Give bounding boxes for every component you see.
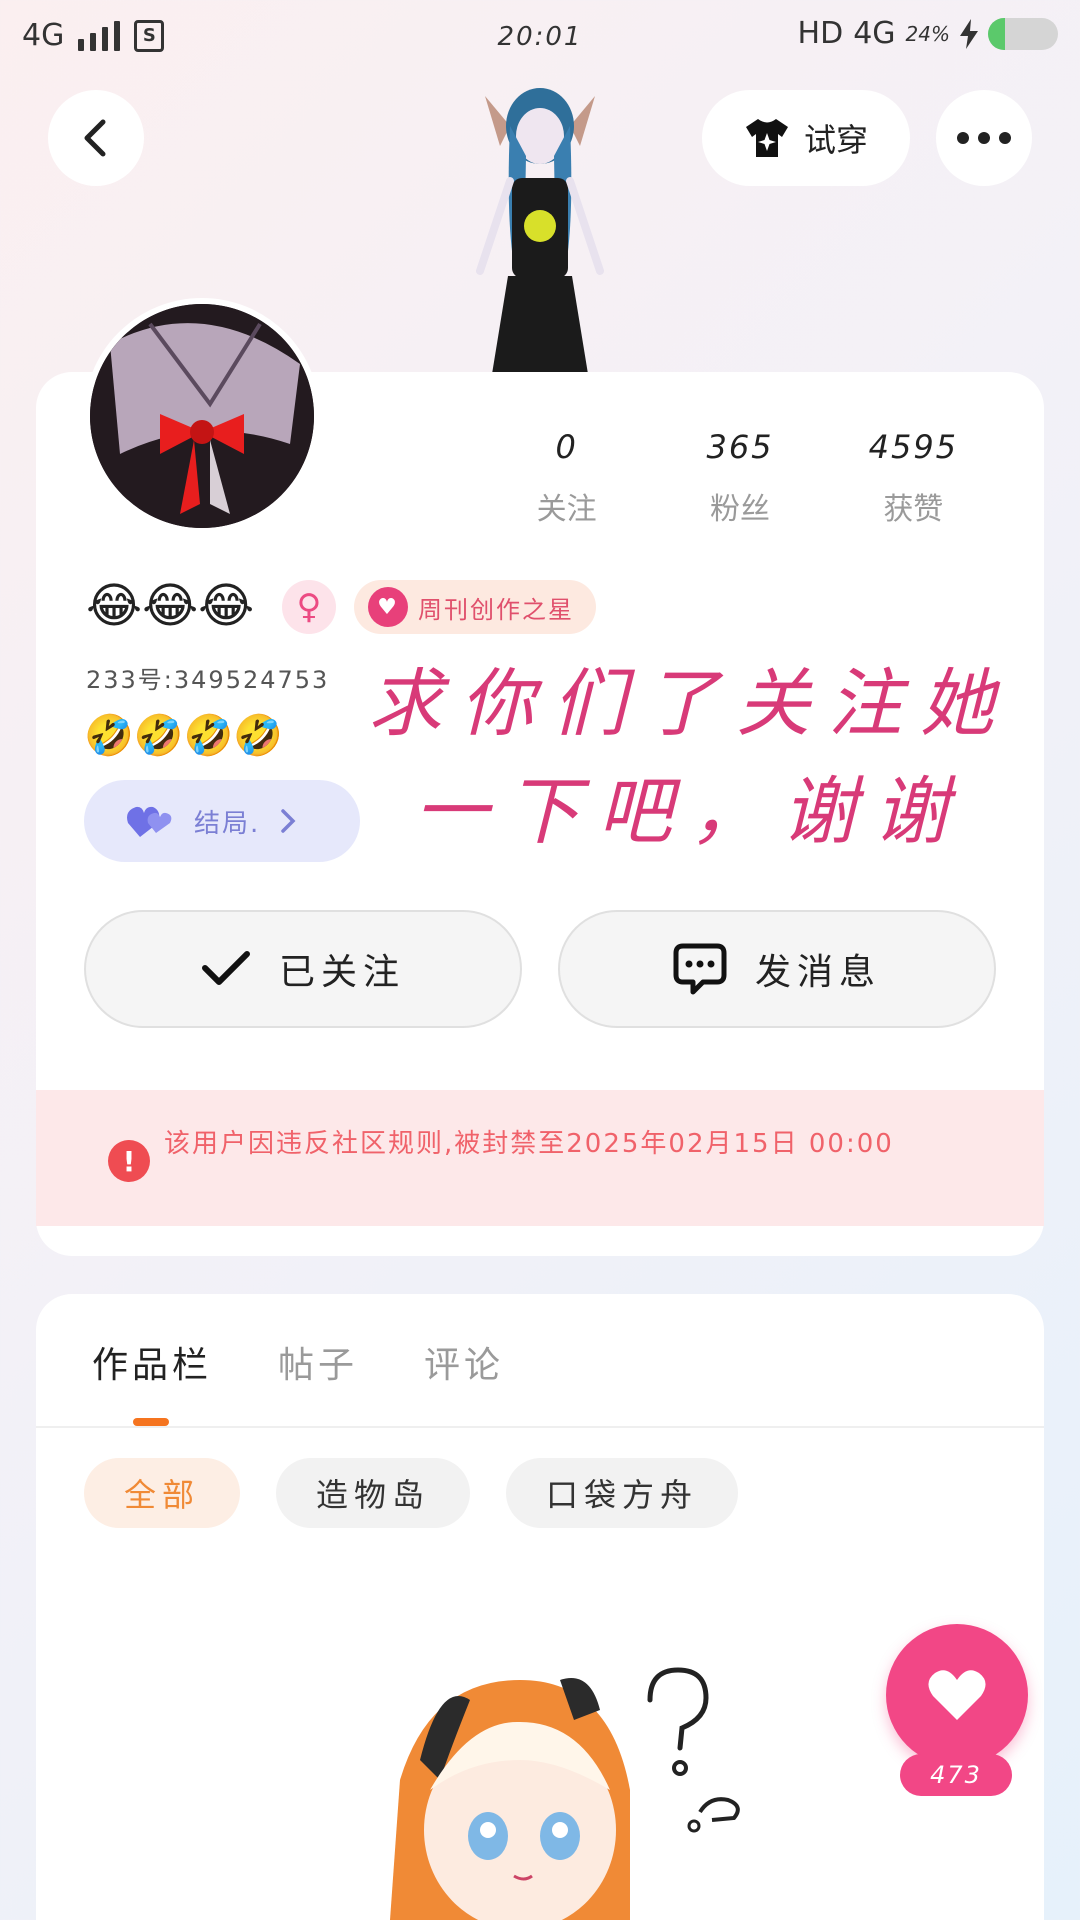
like-count: 473 [900,1754,1012,1796]
chip-pocket-ark[interactable]: 口袋方舟 [506,1458,739,1528]
chat-bubble-icon [673,943,727,995]
stat-value: 0 [555,428,578,466]
stat-value: 4595 [868,428,959,466]
battery-icon [988,17,1058,50]
tshirt-sparkle-icon [745,119,788,157]
stats-row: 0 关注 365 粉丝 4595 获赞 [480,428,1000,528]
hd-label: HD [797,16,844,51]
tab-comments[interactable]: 评论 [424,1336,504,1388]
like-button[interactable] [886,1624,1028,1766]
username: 😂😂😂 [86,578,255,634]
ban-notice: ! 该用户因违反社区规则,被封禁至2025年02月15日 00:00 [36,1090,1044,1226]
more-button[interactable] [936,90,1032,186]
stat-followers[interactable]: 365 粉丝 [653,428,826,528]
filter-chips: 全部 造物岛 口袋方舟 [84,1458,739,1528]
medal-icon: ♥ [368,587,408,627]
creator-badge[interactable]: ♥ 周刊创作之星 [354,580,596,634]
stat-label: 关注 [536,492,597,527]
try-on-button[interactable]: 试穿 [702,90,910,186]
checkmark-icon [201,951,250,985]
more-dots-icon [957,132,1011,144]
female-gender-icon: ♀ [282,580,336,634]
followed-button[interactable]: 已关注 [84,910,522,1028]
overlay-line-1: 求你们了关注她 [368,661,1012,747]
works-tabs: 作品栏 帖子 评论 [92,1336,504,1388]
chevron-right-icon [281,809,296,833]
stat-following[interactable]: 0 关注 [480,428,653,528]
avatar-3d-model[interactable] [440,66,640,374]
stat-value: 365 [706,428,774,466]
try-on-label: 试穿 [803,121,868,159]
handwritten-overlay-text: 求你们了关注她 一下吧，谢谢 [360,650,1020,866]
chip-creation-island[interactable]: 造物岛 [276,1458,471,1528]
followed-label: 已关注 [278,952,405,993]
tab-indicator [133,1418,169,1426]
avatar[interactable] [84,298,320,534]
divider [36,1426,1044,1428]
double-heart-icon [127,806,172,837]
network-type-right: 4G [853,16,896,51]
status-right: HD 4G 24% [798,16,1058,51]
send-message-button[interactable]: 发消息 [558,910,996,1028]
chip-all[interactable]: 全部 [84,1458,241,1528]
badge-label: 周刊创作之星 [418,595,574,624]
ending-tag-button[interactable]: 结局. [84,780,360,862]
ban-notice-text: 该用户因违反社区规则,被封禁至2025年02月15日 00:00 [164,1129,894,1159]
battery-percent: 24% [905,21,950,46]
back-button[interactable] [48,90,144,186]
tab-works[interactable]: 作品栏 [92,1336,212,1388]
message-label: 发消息 [754,952,881,993]
heart-icon [928,1670,986,1720]
avatar-image [90,304,314,528]
chevron-left-icon [84,119,106,157]
ending-label: 结局. [194,808,261,839]
overlay-line-2: 一下吧，谢谢 [414,769,966,855]
stat-label: 粉丝 [709,492,770,527]
tab-posts[interactable]: 帖子 [278,1336,358,1388]
user-id[interactable]: 233号:349524753 [86,660,329,695]
stat-likes[interactable]: 4595 获赞 [827,428,1000,528]
warning-icon: ! [108,1140,150,1182]
signature: 🤣🤣🤣🤣 [84,713,284,759]
stat-label: 获赞 [883,492,944,527]
charging-icon [960,18,978,49]
status-bar: 4G S 20:01 HD 4G 24% [0,0,1080,74]
empty-state-mascot [390,1667,740,1920]
